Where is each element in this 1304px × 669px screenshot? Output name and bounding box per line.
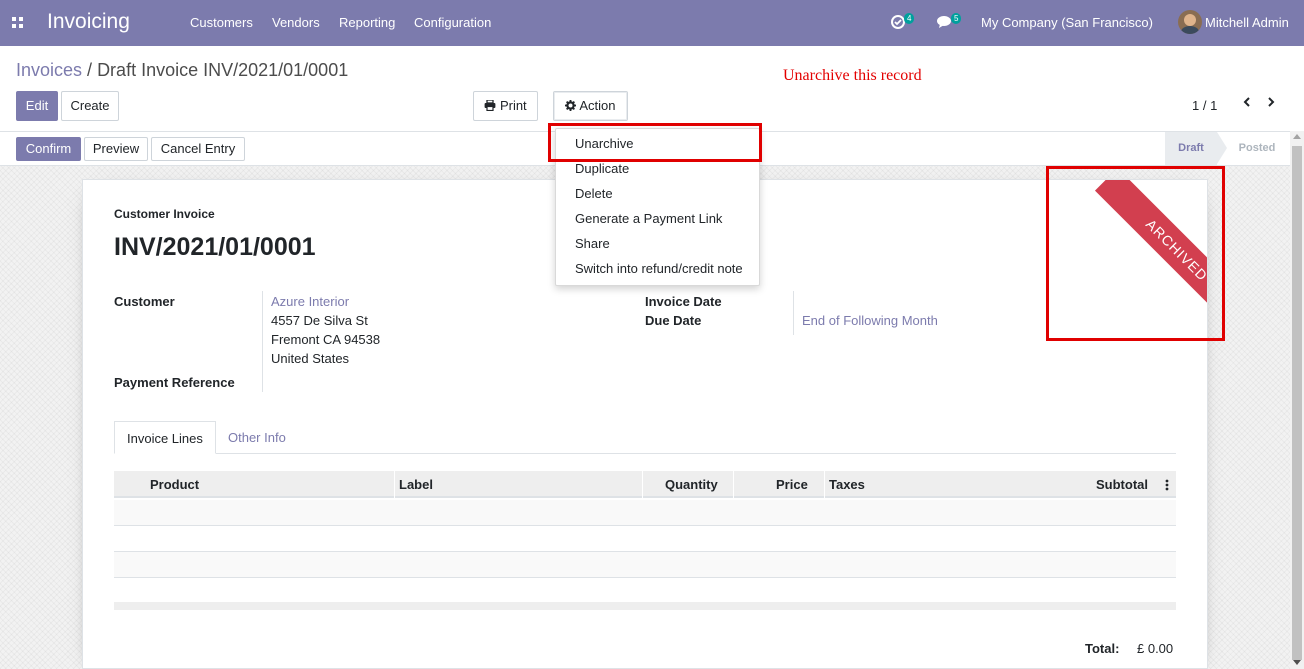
top-navbar: Invoicing Customers Vendors Reporting Co… bbox=[0, 0, 1304, 46]
customer-label: Customer bbox=[114, 294, 175, 309]
payment-terms-link[interactable]: End of Following Month bbox=[802, 313, 938, 328]
scroll-down-icon[interactable] bbox=[1293, 660, 1301, 665]
tab-invoice-lines[interactable]: Invoice Lines bbox=[114, 421, 216, 454]
print-label: Print bbox=[499, 98, 527, 113]
create-button[interactable]: Create bbox=[61, 91, 119, 121]
archived-highlight-box bbox=[1046, 166, 1225, 341]
print-icon bbox=[484, 93, 496, 121]
menu-item-duplicate[interactable]: Duplicate bbox=[575, 161, 629, 176]
menu-item-share[interactable]: Share bbox=[575, 236, 610, 251]
table-row[interactable] bbox=[114, 578, 1176, 604]
due-date-label: Due Date bbox=[645, 313, 702, 328]
total-value: £ 0.00 bbox=[1137, 641, 1174, 656]
notebook-tabs: Invoice Lines Other Info bbox=[114, 421, 1176, 454]
customer-address-line2: Fremont CA 94538 bbox=[271, 332, 381, 347]
menu-item-delete[interactable]: Delete bbox=[575, 186, 613, 201]
breadcrumb-invoices-link[interactable]: Invoices bbox=[16, 60, 82, 80]
apps-menu-icon[interactable] bbox=[12, 17, 23, 28]
column-subtotal[interactable]: Subtotal bbox=[1096, 477, 1148, 492]
pager-next-icon[interactable] bbox=[1266, 95, 1276, 114]
menu-vendors[interactable]: Vendors bbox=[272, 15, 320, 30]
preview-button[interactable]: Preview bbox=[84, 137, 148, 161]
menu-configuration[interactable]: Configuration bbox=[414, 15, 491, 30]
pager-previous-icon[interactable] bbox=[1242, 95, 1252, 114]
column-separator bbox=[733, 471, 734, 498]
field-divider-right bbox=[793, 291, 794, 335]
optional-columns-icon[interactable] bbox=[1165, 479, 1169, 494]
confirm-button[interactable]: Confirm bbox=[16, 137, 81, 161]
cancel-entry-button[interactable]: Cancel Entry bbox=[151, 137, 245, 161]
customer-name-link[interactable]: Azure Interior bbox=[271, 294, 349, 309]
table-footer bbox=[114, 602, 1176, 610]
stage-posted[interactable]: Posted bbox=[1227, 132, 1287, 165]
breadcrumb: Invoices / Draft Invoice INV/2021/01/000… bbox=[16, 60, 348, 81]
activity-count-badge: 4 bbox=[904, 13, 915, 24]
column-price[interactable]: Price bbox=[776, 477, 808, 492]
message-count-badge: 5 bbox=[951, 13, 962, 24]
menu-item-switch-refund[interactable]: Switch into refund/credit note bbox=[575, 261, 743, 276]
invoice-date-label: Invoice Date bbox=[645, 294, 722, 309]
table-row[interactable] bbox=[114, 500, 1176, 526]
gear-icon bbox=[565, 93, 577, 121]
company-switcher[interactable]: My Company (San Francisco) bbox=[981, 15, 1153, 30]
customer-address-line1: 4557 De Silva St bbox=[271, 313, 368, 328]
user-avatar[interactable] bbox=[1178, 10, 1202, 34]
status-stages: Draft Posted bbox=[1165, 132, 1290, 165]
table-row[interactable] bbox=[114, 526, 1176, 552]
column-separator bbox=[824, 471, 825, 498]
unarchive-highlight-box bbox=[548, 123, 762, 162]
column-separator bbox=[642, 471, 643, 498]
user-menu[interactable]: Mitchell Admin bbox=[1205, 15, 1289, 30]
column-label[interactable]: Label bbox=[399, 477, 433, 492]
print-button[interactable]: Print bbox=[473, 91, 538, 121]
menu-reporting[interactable]: Reporting bbox=[339, 15, 395, 30]
table-row[interactable] bbox=[114, 552, 1176, 578]
column-product[interactable]: Product bbox=[150, 477, 199, 492]
action-button[interactable]: Action bbox=[553, 91, 628, 121]
breadcrumb-current: Draft Invoice INV/2021/01/0001 bbox=[97, 60, 349, 80]
table-header: Product Label Quantity Price Taxes Subto… bbox=[114, 471, 1176, 498]
menu-customers[interactable]: Customers bbox=[190, 15, 253, 30]
payment-reference-label: Payment Reference bbox=[114, 375, 235, 390]
column-quantity[interactable]: Quantity bbox=[665, 477, 718, 492]
menu-item-generate-payment-link[interactable]: Generate a Payment Link bbox=[575, 211, 722, 226]
stage-draft[interactable]: Draft bbox=[1165, 132, 1227, 165]
scroll-up-icon[interactable] bbox=[1293, 134, 1301, 139]
field-divider bbox=[262, 291, 263, 392]
activity-icon[interactable] bbox=[891, 13, 905, 32]
breadcrumb-separator: / bbox=[82, 60, 98, 80]
app-brand[interactable]: Invoicing bbox=[47, 10, 130, 34]
pager-value[interactable]: 1 / 1 bbox=[1192, 98, 1217, 113]
total-label: Total: bbox=[1085, 641, 1120, 656]
invoice-type-label: Customer Invoice bbox=[114, 207, 215, 221]
tab-other-info[interactable]: Other Info bbox=[216, 421, 298, 454]
action-label: Action bbox=[579, 98, 616, 113]
annotation-text: Unarchive this record bbox=[783, 67, 922, 84]
customer-address-line3: United States bbox=[271, 351, 350, 366]
edit-button[interactable]: Edit bbox=[16, 91, 58, 121]
column-separator bbox=[394, 471, 395, 498]
invoice-number: INV/2021/01/0001 bbox=[114, 233, 316, 261]
column-taxes[interactable]: Taxes bbox=[829, 477, 865, 492]
scrollbar-thumb[interactable] bbox=[1292, 146, 1302, 660]
